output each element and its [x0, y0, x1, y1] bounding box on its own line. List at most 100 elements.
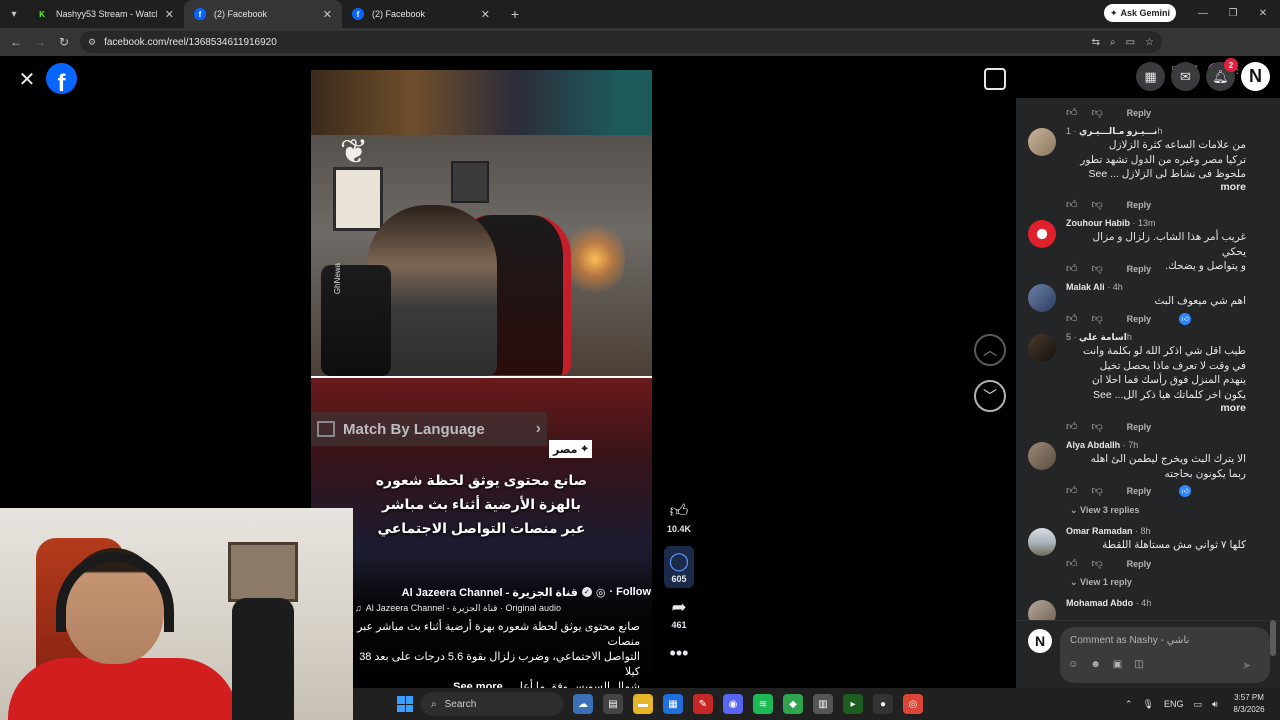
more-options-button[interactable]: ••• [664, 642, 694, 664]
microphone-icon[interactable]: 🎙︎ [1143, 699, 1154, 710]
view-replies-link[interactable]: ⌄ View 1 reply [1070, 577, 1132, 588]
tab-close-icon[interactable]: ✕ [323, 8, 332, 21]
tab-close-icon[interactable]: ✕ [165, 8, 174, 21]
commenter-avatar[interactable] [1028, 284, 1056, 312]
restore-icon[interactable]: ❐ [1218, 4, 1248, 22]
like-button[interactable]: 👍︎ 10.4K [664, 500, 694, 534]
site-info-icon[interactable]: ⚙ [88, 37, 96, 48]
dislike-icon[interactable]: 👎︎ [1092, 262, 1103, 275]
volume-icon[interactable]: 🔊︎ [1212, 699, 1218, 710]
comments-scrollbar[interactable] [1270, 620, 1276, 656]
commenter-avatar[interactable] [1028, 528, 1056, 556]
commenter-avatar[interactable] [1028, 220, 1056, 248]
view-replies-link[interactable]: ⌄ View 3 replies [1070, 505, 1139, 516]
zoom-icon[interactable]: ⌕ [1110, 37, 1116, 48]
reply-button[interactable]: Reply [1127, 200, 1152, 210]
comment-author[interactable]: Omar Ramadan · 8h [1066, 526, 1151, 536]
messenger-icon[interactable]: ✉ [1171, 62, 1200, 91]
network-icon[interactable]: ▭ [1194, 699, 1203, 710]
widgets-icon[interactable]: ☁ [573, 694, 593, 714]
menu-grid-icon[interactable]: ▦ [1136, 62, 1165, 91]
close-window-icon[interactable]: ✕ [1248, 4, 1278, 22]
back-icon[interactable]: ← [4, 30, 28, 54]
dislike-icon[interactable]: 👎︎ [1092, 312, 1103, 325]
dislike-icon[interactable]: 👎︎ [1092, 420, 1103, 433]
like-icon[interactable]: 👍︎ [1066, 198, 1078, 211]
obs-icon[interactable]: ● [873, 694, 893, 714]
cast-icon[interactable]: ▭ [1126, 37, 1135, 48]
commenter-avatar[interactable] [1028, 128, 1056, 156]
app-icon[interactable]: ✎ [693, 694, 713, 714]
comment-author[interactable]: Alya Abdallh · 7h [1066, 440, 1138, 450]
file-explorer-icon[interactable]: ▬ [633, 694, 653, 714]
notifications-bell-icon[interactable]: 🔔︎ 2 [1206, 58, 1238, 91]
like-icon[interactable]: 👍︎ [1066, 312, 1078, 325]
comment-author[interactable]: Mohamad Abdo · 4h [1066, 598, 1151, 608]
audio-row[interactable]: ♫ Al Jazeera Channel - قناة الجزيرة · Or… [355, 601, 651, 615]
new-tab-button[interactable]: + [504, 3, 526, 25]
share-button[interactable]: ➦ 461 [664, 596, 694, 631]
translate-icon[interactable]: ⇆ [1092, 37, 1100, 48]
ask-gemini-button[interactable]: ✦ Ask Gemini [1104, 4, 1176, 22]
reply-button[interactable]: Reply [1127, 264, 1152, 274]
dislike-icon[interactable]: 👎︎ [1092, 106, 1103, 119]
reply-button[interactable]: Reply [1127, 559, 1152, 569]
like-icon[interactable]: 👍︎ [1066, 106, 1078, 119]
dislike-icon[interactable]: 👎︎ [1092, 557, 1103, 570]
tray-chevron-icon[interactable]: ⌃ [1125, 699, 1133, 710]
account-avatar[interactable]: N [1241, 62, 1270, 91]
previous-reel-button[interactable]: ︿ [974, 334, 1006, 366]
reply-button[interactable]: Reply [1127, 422, 1152, 432]
like-icon[interactable]: 👍︎ [1066, 262, 1078, 275]
minimize-icon[interactable]: — [1188, 4, 1218, 22]
terminal-icon[interactable]: ▸ [843, 694, 863, 714]
comment-author[interactable]: اسامة علي · 5h [1066, 332, 1132, 343]
reply-button[interactable]: Reply [1127, 486, 1152, 496]
commenter-avatar[interactable] [1028, 334, 1056, 362]
like-icon[interactable]: 👍︎ [1066, 484, 1078, 497]
tab-close-icon[interactable]: ✕ [481, 8, 490, 21]
gif-icon[interactable]: ◫ [1134, 659, 1143, 670]
language-indicator[interactable]: ENG [1164, 699, 1184, 709]
comment-input[interactable]: Comment as Nashy - ناشي [1060, 627, 1270, 683]
store-icon[interactable]: ▦ [663, 694, 683, 714]
follow-button[interactable]: · Follow [609, 586, 651, 598]
commenter-avatar[interactable] [1028, 442, 1056, 470]
dislike-icon[interactable]: 👎︎ [1092, 198, 1103, 211]
facebook-logo[interactable]: f [46, 63, 77, 94]
forward-icon[interactable]: → [28, 30, 52, 54]
address-bar[interactable]: ⚙ facebook.com/reel/1368534611916920 ⇆ ⌕… [80, 31, 1162, 53]
comment-author[interactable]: Malak Ali · 4h [1066, 282, 1123, 292]
tab-search-icon[interactable]: ▾ [2, 3, 26, 25]
close-icon[interactable]: ✕ [14, 66, 40, 92]
like-icon[interactable]: 👍︎ [1066, 557, 1078, 570]
taskbar-clock[interactable]: 3:57 PM 8/3/2026 [1225, 692, 1273, 716]
toggle-comments-panel-icon[interactable] [984, 68, 1006, 90]
chrome-icon[interactable]: ◎ [903, 694, 923, 714]
bookmark-star-icon[interactable]: ☆ [1145, 37, 1154, 48]
reply-button[interactable]: Reply [1127, 108, 1152, 118]
like-icon[interactable]: 👍︎ [1066, 420, 1078, 433]
camera-icon[interactable]: ▣ [1113, 659, 1122, 670]
spotify-icon[interactable]: ≋ [753, 694, 773, 714]
app-icon[interactable]: ◆ [783, 694, 803, 714]
see-more-link[interactable]: more [1216, 181, 1246, 193]
next-reel-button[interactable]: ﹀ [974, 380, 1006, 412]
tab-kick[interactable]: K Nashyy53 Stream - Watch Live o ✕ [26, 0, 184, 28]
comments-button[interactable]: ◯ 605 [664, 546, 694, 588]
task-view-icon[interactable]: ▤ [603, 694, 623, 714]
dislike-icon[interactable]: 👎︎ [1092, 484, 1103, 497]
discord-icon[interactable]: ◉ [723, 694, 743, 714]
avatar-sticker-icon[interactable]: ☺ [1068, 659, 1078, 670]
comment-author[interactable]: نـــيـزو مـالـــيـري · 1h [1066, 126, 1162, 137]
taskbar-search[interactable]: ⌕ Search [421, 692, 563, 716]
tab-facebook-active[interactable]: f (2) Facebook ✕ [184, 0, 342, 28]
see-more-link[interactable]: more [1216, 402, 1246, 414]
like-reaction-icon[interactable]: 👍︎ [1179, 312, 1192, 325]
calculator-icon[interactable]: ▥ [813, 694, 833, 714]
emoji-icon[interactable]: ☻ [1090, 659, 1101, 670]
like-reaction-icon[interactable]: 👍︎ [1179, 484, 1192, 497]
windows-start-icon[interactable] [397, 696, 413, 712]
channel-name[interactable]: Al Jazeera Channel - قناة الجزيرة [402, 586, 578, 599]
tab-facebook[interactable]: f (2) Facebook ✕ [342, 0, 500, 28]
